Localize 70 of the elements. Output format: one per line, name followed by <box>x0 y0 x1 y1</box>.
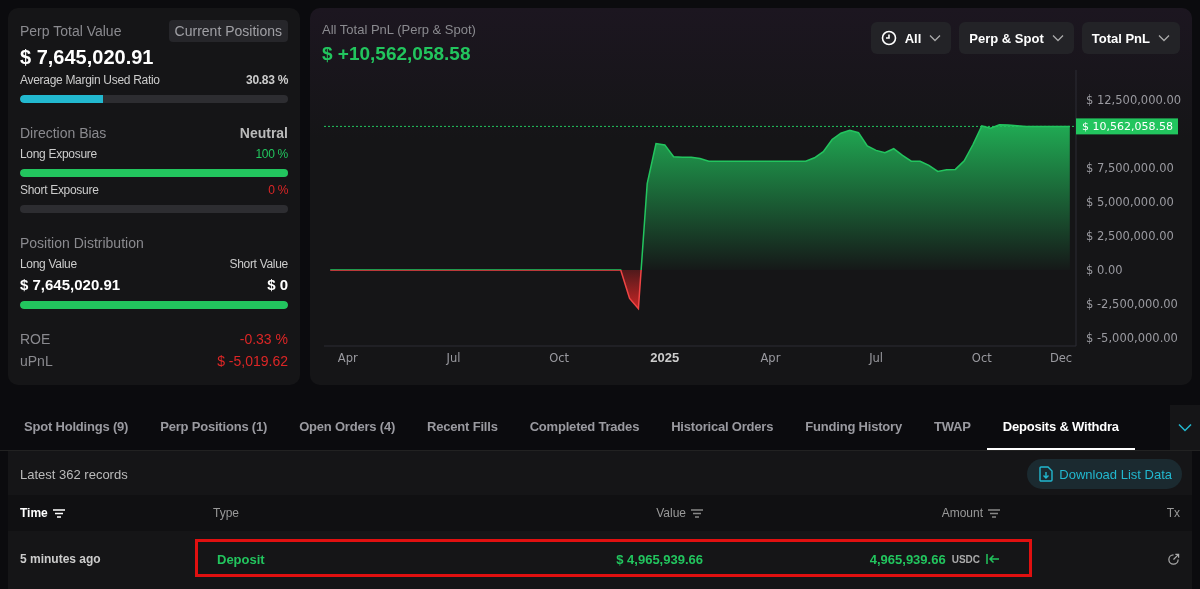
metric-value: -0.33 % <box>239 331 288 347</box>
filter-dropdown[interactable]: Perp & Spot <box>959 22 1074 54</box>
column-header[interactable]: Amount <box>941 506 1000 520</box>
long-value: $ 7,645,020.91 <box>20 276 121 293</box>
table-cell: 5 minutes ago <box>20 552 101 566</box>
bias-value: Neutral <box>239 125 288 141</box>
records-count: Latest 362 records <box>20 466 128 482</box>
y-axis-label: $ 7,500,000.00 <box>1086 161 1174 176</box>
chevron-down-icon <box>1178 423 1192 432</box>
tab[interactable]: TWAP <box>917 405 987 450</box>
metric-label: Short Value <box>229 257 288 271</box>
chevron-down-icon <box>1158 34 1170 42</box>
chart-title: All Total PnL (Perp & Spot) <box>322 22 476 37</box>
y-axis-label: $ 5,000,000.00 <box>1086 195 1174 209</box>
card-title: Perp Total Value <box>20 23 122 39</box>
x-axis-label: Dec <box>1049 351 1073 365</box>
tab[interactable]: Funding History <box>789 405 918 450</box>
short-value: $ 0 <box>267 276 288 293</box>
total-value: $ 7,645,020.91 <box>20 46 155 69</box>
ref-line-label: $ 10,562,058.58 <box>1082 120 1173 134</box>
chevron-down-icon <box>929 34 942 42</box>
metric-label: Long Value <box>20 257 77 271</box>
x-axis-label: Apr <box>337 351 358 365</box>
metric-label: uPnL <box>20 353 53 369</box>
x-axis-label: Oct <box>549 351 570 365</box>
download-button[interactable]: Download List Data <box>1027 459 1182 489</box>
y-axis-label: $ -2,500,000.00 <box>1086 297 1178 311</box>
metric-value: $ -5,019.62 <box>217 353 288 369</box>
table-cell: $ 4,965,939.66 <box>616 551 703 567</box>
metric-value: 0 % <box>268 183 288 197</box>
clock-icon <box>880 30 897 46</box>
section-title: Direction Bias <box>20 125 107 141</box>
chevron-down-icon <box>1051 34 1064 42</box>
arrow-left-icon <box>986 553 1000 565</box>
x-axis-label: Jul <box>446 351 461 365</box>
y-axis-label: $ 0.00 <box>1086 263 1123 277</box>
tab[interactable]: Spot Holdings (9) <box>8 405 145 450</box>
column-header: Type <box>213 506 239 520</box>
metric-label: Average Margin Used Ratio <box>20 73 160 87</box>
column-header[interactable]: Time <box>20 506 65 520</box>
tab[interactable]: Historical Orders <box>655 405 790 450</box>
y-axis-label: $ 12,500,000.00 <box>1086 93 1182 108</box>
current-positions-button[interactable]: Current Positions <box>168 20 288 42</box>
metric-label: Long Exposure <box>20 147 97 161</box>
filter-dropdown[interactable]: Total PnL <box>1081 22 1180 54</box>
x-axis-label: Jul <box>869 351 884 365</box>
tab[interactable]: Perp Positions (1) <box>144 405 284 450</box>
table-cell: Deposit <box>217 551 265 567</box>
filter-dropdown[interactable]: All <box>870 22 952 54</box>
x-axis-label: Apr <box>760 351 781 365</box>
tab[interactable]: Recent Fills <box>411 405 514 450</box>
tab[interactable]: Open Orders (4) <box>283 405 412 450</box>
pnl-value: $ +10,562,058.58 <box>322 43 472 65</box>
metric-value: 30.83 % <box>246 73 288 87</box>
y-axis-label: $ 2,500,000.00 <box>1086 229 1174 243</box>
column-header[interactable]: Value <box>656 506 703 520</box>
current-value-tag: $ 10,562,058.58 <box>1076 118 1178 135</box>
x-axis-label: 2025 <box>650 350 680 365</box>
external-link-icon[interactable] <box>1167 552 1180 566</box>
metric-value: 100 % <box>255 147 288 161</box>
tab[interactable]: Completed Trades <box>513 405 656 450</box>
download-icon <box>1037 465 1056 483</box>
y-axis-label: $ -5,000,000.00 <box>1086 331 1178 345</box>
metric-label: ROE <box>20 331 51 347</box>
token-label: USDC <box>951 553 980 565</box>
x-axis-label: Oct <box>971 351 992 365</box>
section-title: Position Distribution <box>20 235 144 251</box>
table-cell: 4,965,939.66 <box>869 551 946 567</box>
metric-label: Short Exposure <box>20 183 99 197</box>
column-header: Tx <box>1166 506 1180 520</box>
